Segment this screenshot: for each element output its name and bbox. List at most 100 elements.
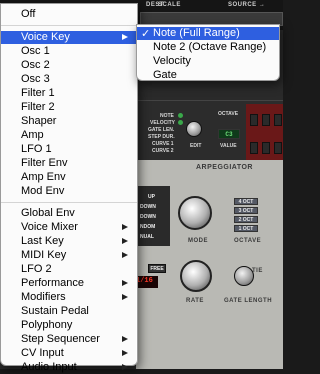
menu-item-voice-mixer[interactable]: Voice Mixer [1, 221, 137, 234]
submenu-item-label: Note 2 (Octave Range) [153, 41, 267, 53]
menu-item-filter-2[interactable]: Filter 2 [1, 101, 137, 114]
menu-item-voice-key[interactable]: Voice Key [1, 31, 137, 44]
menu-item-label: LFO 2 [21, 263, 52, 275]
menu-item-label: LFO 1 [21, 143, 52, 155]
submenu-item-velocity[interactable]: Velocity [137, 55, 279, 68]
submenu-item-label: Note (Full Range) [153, 27, 240, 39]
panel-button[interactable] [250, 142, 258, 154]
menu-item-label: Osc 3 [21, 73, 50, 85]
panel-button[interactable] [274, 114, 282, 126]
menu-item-osc-1[interactable]: Osc 1 [1, 45, 137, 58]
rate-display: 1/16 [136, 276, 158, 288]
menu-item-amp[interactable]: Amp [1, 129, 137, 142]
gate-length-label: GATE LENGTH [224, 298, 273, 304]
menu-item-label: Performance [21, 277, 84, 289]
menu-item-osc-2[interactable]: Osc 2 [1, 59, 137, 72]
rate-knob[interactable] [180, 260, 212, 292]
submenu-arrow-icon [122, 336, 128, 342]
submenu-arrow-icon [122, 350, 128, 356]
menu-item-midi-key[interactable]: MIDI Key [1, 249, 137, 262]
tie-label: TIE [252, 268, 263, 274]
gate-length-knob[interactable] [234, 266, 254, 286]
menu-item-label: Filter Env [21, 157, 68, 169]
rate-label: RATE [186, 298, 204, 304]
menu-item-label: Amp Env [21, 171, 66, 183]
menu-item-filter-env[interactable]: Filter Env [1, 157, 137, 170]
arp-mode-down-2: DOWN [140, 214, 156, 220]
menu-item-label: Modifiers [21, 291, 66, 303]
submenu-item-label: Velocity [153, 55, 191, 67]
source-label: SOURCE → [228, 2, 266, 8]
mod-label-curve-1: CURVE 1 [152, 141, 174, 147]
submenu-item-gate[interactable]: Gate [137, 69, 279, 81]
menu-item-performance[interactable]: Performance [1, 277, 137, 290]
submenu-arrow-icon [122, 238, 128, 244]
red-button-panel [246, 104, 283, 162]
octave-button-4[interactable]: 4 OCT [234, 198, 258, 205]
mod-label-note: NOTE [160, 113, 174, 119]
edit-knob[interactable] [186, 121, 202, 137]
menu-item-filter-1[interactable]: Filter 1 [1, 87, 137, 100]
arp-mode-up: UP [148, 194, 155, 200]
menu-item-label: CV Input [21, 347, 64, 359]
menu-item-last-key[interactable]: Last Key [1, 235, 137, 248]
submenu-arrow-icon [122, 224, 128, 230]
mode-knob[interactable] [178, 196, 212, 230]
menu-item-label: Global Env [21, 207, 75, 219]
menu-item-sustain-pedal[interactable]: Sustain Pedal [1, 305, 137, 318]
menu-item-audio-input[interactable]: Audio Input [1, 361, 137, 373]
submenu-arrow-icon [122, 252, 128, 258]
submenu-arrow-icon [122, 364, 128, 370]
menu-item-polyphony[interactable]: Polyphony [1, 319, 137, 332]
arp-mode-manual: NUAL [140, 234, 154, 240]
menu-separator [1, 202, 137, 203]
submenu-item-note-full-range[interactable]: ✓ Note (Full Range) [137, 27, 279, 40]
arp-mode-down: DOWN [140, 204, 156, 210]
panel-button[interactable] [262, 142, 270, 154]
menu-item-lfo-1[interactable]: LFO 1 [1, 143, 137, 156]
value-lcd: C3 [218, 129, 240, 139]
octave-button-1[interactable]: 1 OCT [234, 225, 258, 232]
menu-item-lfo-2[interactable]: LFO 2 [1, 263, 137, 276]
scale-label: SCALE [158, 2, 181, 8]
menu-item-global-env[interactable]: Global Env [1, 207, 137, 220]
menu-separator [1, 25, 137, 26]
octave-section-label: OCTAVE [234, 238, 262, 244]
menu-item-label: Amp [21, 129, 44, 141]
menu-item-label: MIDI Key [21, 249, 67, 261]
panel-button[interactable] [262, 114, 270, 126]
menu-item-label: Filter 1 [21, 87, 55, 99]
menu-item-step-sequencer[interactable]: Step Sequencer [1, 333, 137, 346]
checkmark-icon: ✓ [141, 27, 151, 40]
menu-item-amp-env[interactable]: Amp Env [1, 171, 137, 184]
menu-item-shaper[interactable]: Shaper [1, 115, 137, 128]
menu-item-label: Filter 2 [21, 101, 55, 113]
panel-button[interactable] [274, 142, 282, 154]
panel-button[interactable] [250, 114, 258, 126]
octave-button-3[interactable]: 3 OCT [234, 207, 258, 214]
free-button[interactable]: FREE [148, 264, 166, 273]
menu-item-label: Polyphony [21, 319, 73, 331]
menu-item-osc-3[interactable]: Osc 3 [1, 73, 137, 86]
submenu-arrow-icon [122, 294, 128, 300]
menu-item-off[interactable]: Off [1, 8, 137, 21]
menu-item-cv-input[interactable]: CV Input [1, 347, 137, 360]
menu-item-modifiers[interactable]: Modifiers [1, 291, 137, 304]
submenu-arrow-icon [122, 280, 128, 286]
menu-item-label: Voice Mixer [21, 221, 78, 233]
note-led [178, 113, 183, 118]
menu-item-label: Off [21, 8, 36, 20]
octave-button-2[interactable]: 2 OCT [234, 216, 258, 223]
submenu-item-note-2-octave-range[interactable]: Note 2 (Octave Range) [137, 41, 279, 54]
menu-item-label: Last Key [21, 235, 64, 247]
mod-label-velocity: VELOCITY [150, 120, 176, 126]
arp-mode-random: NDOM [140, 224, 156, 230]
menu-item-label: Audio Input [21, 361, 77, 373]
mod-label-gate-len: GATE LEN. [148, 127, 175, 133]
modulation-source-menu: Off Voice Key Osc 1 Osc 2 Osc 3 Filter 1… [0, 3, 138, 373]
menu-item-mod-env[interactable]: Mod Env [1, 185, 137, 198]
velocity-led [178, 120, 183, 125]
menu-item-label: Voice Key [21, 31, 70, 43]
menu-item-label: Sustain Pedal [21, 305, 89, 317]
edit-label: EDIT [190, 143, 202, 149]
